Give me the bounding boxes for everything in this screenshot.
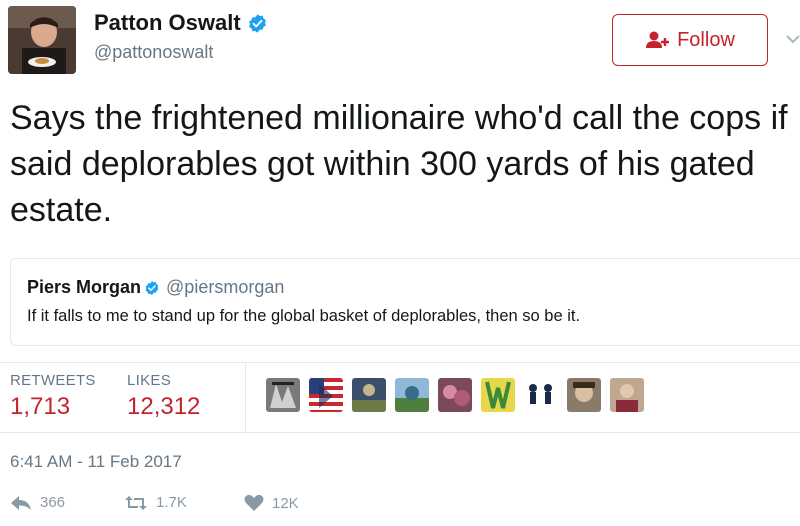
quoted-author-handle: @piersmorgan (166, 277, 285, 297)
verified-badge-icon (248, 13, 266, 33)
tweet-header: Patton Oswalt @pattonoswalt Follow (0, 0, 800, 84)
liker-avatar[interactable] (309, 378, 343, 412)
like-button[interactable]: 12K (244, 494, 299, 512)
reply-button[interactable]: 366 (10, 494, 65, 511)
tweet-timestamp[interactable]: 6:41 AM - 11 Feb 2017 (10, 452, 182, 472)
likes-count: 12,312 (127, 393, 201, 420)
quoted-tweet[interactable]: Piers Morgan @piersmorgan If it falls to… (10, 258, 800, 346)
retweets-count: 1,713 (10, 393, 71, 420)
liker-avatar[interactable] (481, 378, 515, 412)
heart-icon (244, 494, 264, 511)
liker-avatar[interactable] (524, 378, 558, 412)
stats-separator (245, 362, 246, 432)
retweet-count: 1.7K (156, 494, 187, 511)
liker-avatar[interactable] (352, 378, 386, 412)
liker-avatar[interactable] (567, 378, 601, 412)
liker-avatar[interactable] (610, 378, 644, 412)
liker-avatar[interactable] (395, 378, 429, 412)
retweets-stat[interactable]: RETWEETS 1,713 (10, 372, 96, 421)
follow-button-label: Follow (677, 28, 735, 51)
add-user-icon (646, 31, 670, 48)
tweet-stats: RETWEETS 1,713 LIKES 12,312 (0, 362, 800, 432)
follow-button[interactable]: Follow (612, 14, 768, 66)
tweet-actions: 366 1.7K 12K (0, 494, 800, 524)
author-name-row[interactable]: Patton Oswalt (94, 10, 268, 36)
likes-label: LIKES (127, 372, 172, 389)
quoted-tweet-text: If it falls to me to stand up for the gl… (27, 307, 581, 325)
quoted-tweet-author: Piers Morgan @piersmorgan (27, 277, 284, 298)
liker-avatars (266, 378, 653, 412)
chevron-down-icon[interactable] (786, 34, 800, 44)
author-display-name[interactable]: Patton Oswalt (94, 10, 241, 36)
author-handle[interactable]: @pattonoswalt (94, 42, 213, 63)
quoted-author-name: Piers Morgan (27, 277, 142, 297)
like-count: 12K (272, 494, 299, 512)
reply-count: 366 (40, 494, 66, 511)
reply-icon (11, 495, 31, 510)
retweet-button[interactable]: 1.7K (124, 494, 187, 511)
retweet-icon (125, 495, 147, 510)
divider (0, 432, 800, 433)
likes-stat[interactable]: LIKES 12,312 (127, 372, 200, 421)
tweet-text: Says the frightened millionaire who'd ca… (10, 99, 788, 229)
avatar[interactable] (8, 6, 76, 74)
liker-avatar[interactable] (438, 378, 472, 412)
verified-badge-icon (145, 280, 159, 295)
retweets-label: RETWEETS (10, 372, 96, 389)
liker-avatar[interactable] (266, 378, 300, 412)
